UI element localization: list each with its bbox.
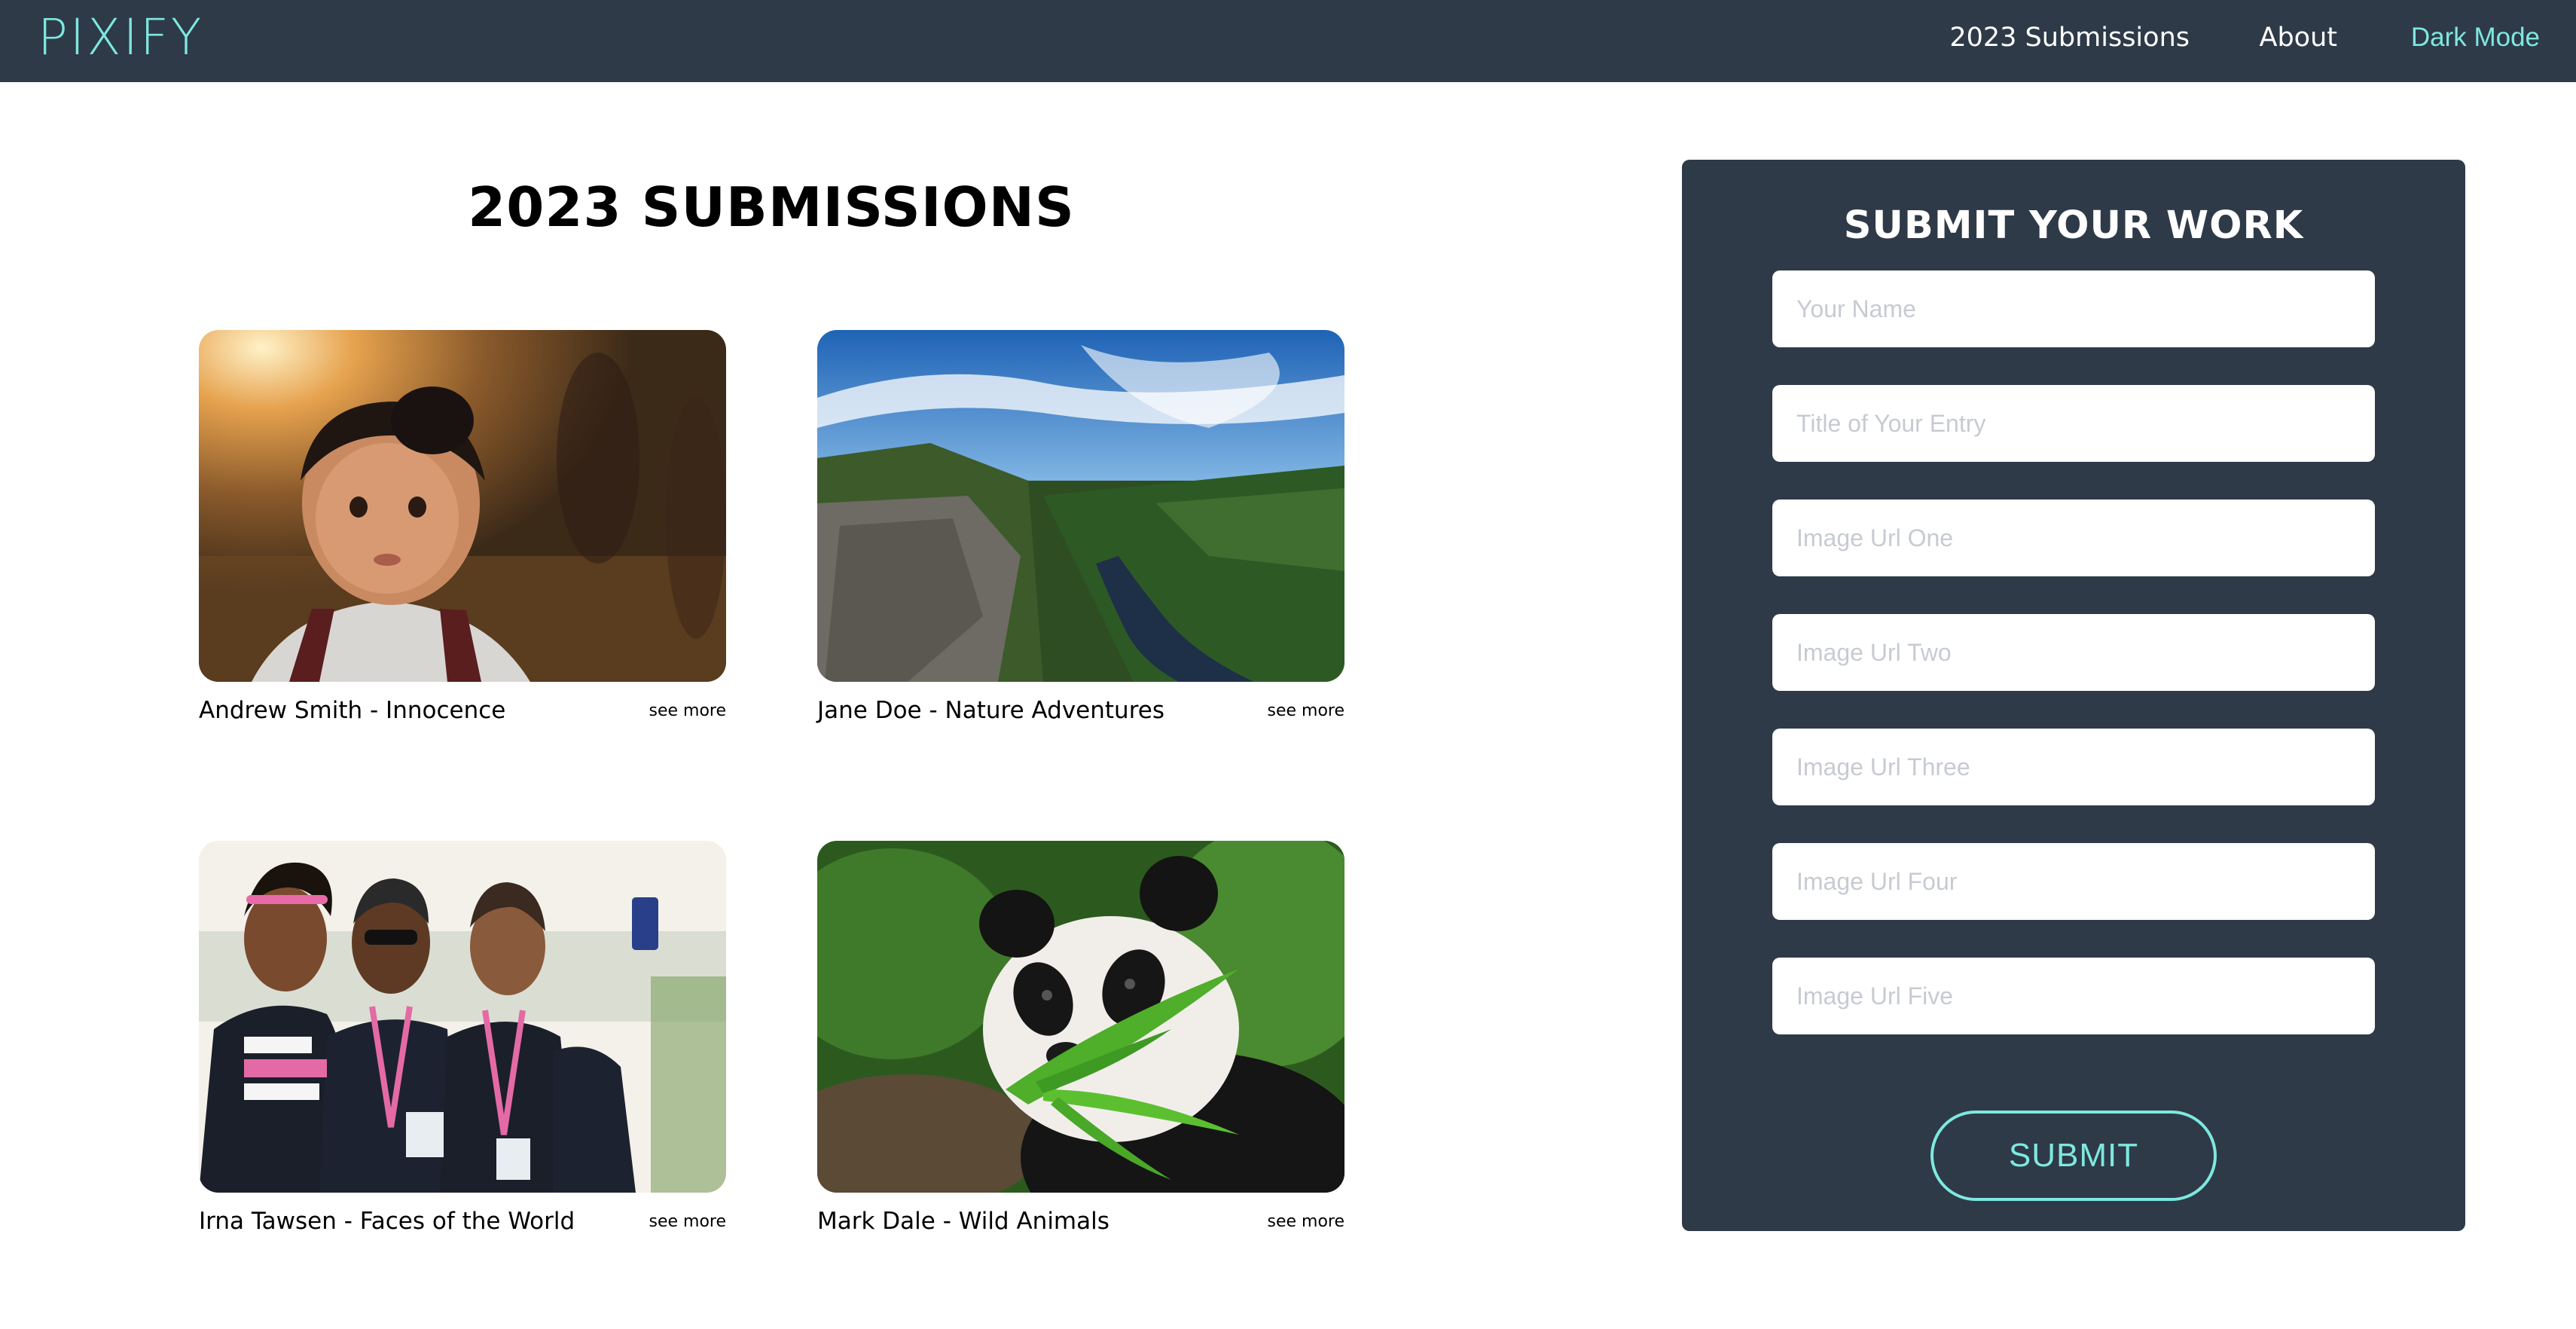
submission-card: Andrew Smith - Innocence see more [199, 330, 726, 724]
card-caption: Andrew Smith - Innocence [199, 697, 506, 724]
submission-card: Mark Dale - Wild Animals see more [817, 841, 1344, 1235]
page-title: 2023 SUBMISSIONS [468, 176, 1075, 239]
card-caption: Jane Doe - Nature Adventures [817, 697, 1164, 724]
see-more-link[interactable]: see more [1267, 700, 1344, 723]
image-url-one-input[interactable] [1772, 500, 2375, 576]
entry-title-input[interactable] [1772, 385, 2375, 462]
submit-work-form: SUBMIT YOUR WORK SUBMIT [1682, 160, 2465, 1231]
submit-button[interactable]: SUBMIT [1930, 1111, 2217, 1201]
image-url-four-input[interactable] [1772, 843, 2375, 920]
dark-mode-toggle[interactable]: Dark Mode [2411, 21, 2540, 54]
see-more-link[interactable]: see more [649, 700, 726, 723]
form-title: SUBMIT YOUR WORK [1843, 203, 2304, 248]
image-url-two-input[interactable] [1772, 614, 2375, 691]
nav-link-about[interactable]: About [2260, 21, 2337, 54]
three-women-event-photo[interactable] [199, 841, 726, 1193]
submission-card: Jane Doe - Nature Adventures see more [817, 330, 1344, 724]
submission-card: Irna Tawsen - Faces of the World see mor… [199, 841, 726, 1235]
card-caption: Mark Dale - Wild Animals [817, 1208, 1109, 1235]
panda-eating-bamboo-photo[interactable] [817, 841, 1344, 1193]
canyon-river-landscape-photo[interactable] [817, 330, 1344, 682]
nav-link-2023-submissions[interactable]: 2023 Submissions [1949, 21, 2190, 54]
image-url-three-input[interactable] [1772, 729, 2375, 805]
see-more-link[interactable]: see more [649, 1211, 726, 1233]
child-portrait-photo[interactable] [199, 330, 726, 682]
see-more-link[interactable]: see more [1267, 1211, 1344, 1233]
top-navbar: PIXIFY 2023 Submissions About Dark Mode [0, 0, 2576, 82]
image-url-five-input[interactable] [1772, 958, 2375, 1034]
pixify-logo[interactable]: PIXIFY [38, 6, 203, 69]
your-name-input[interactable] [1772, 270, 2375, 347]
card-caption: Irna Tawsen - Faces of the World [199, 1208, 575, 1235]
